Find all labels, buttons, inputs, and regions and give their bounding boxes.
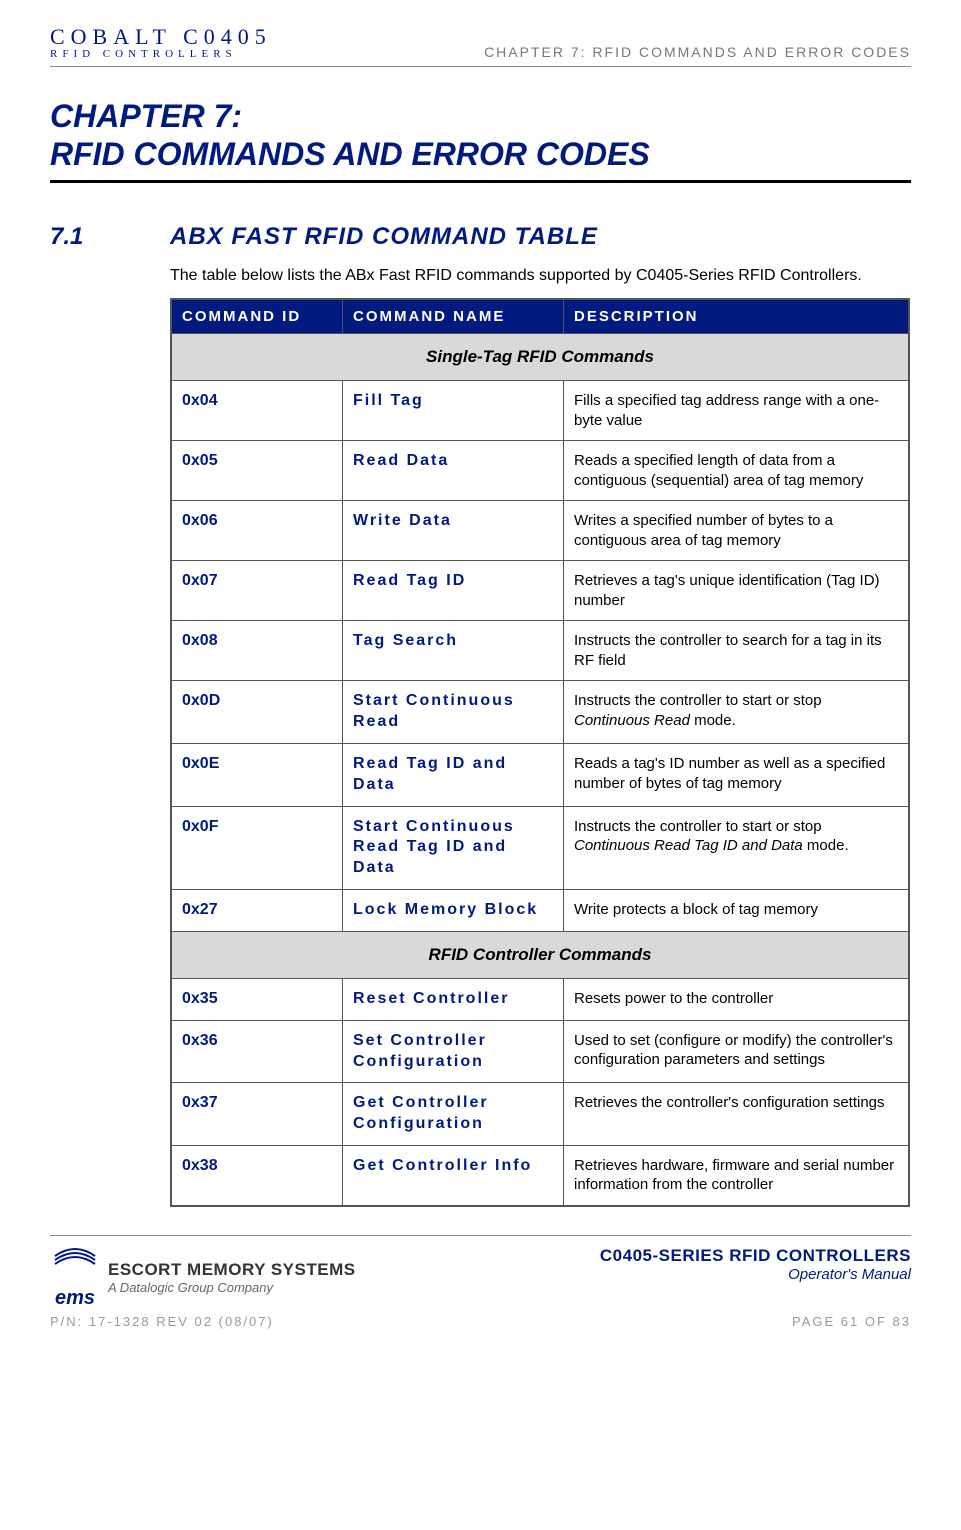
section-intro: The table below lists the ABx Fast RFID … [170,265,911,287]
table-header-row: COMMAND ID COMMAND NAME DESCRIPTION [171,299,909,334]
chapter-title-block: CHAPTER 7: RFID COMMANDS AND ERROR CODES [50,97,911,183]
cell-command-id: 0x27 [171,890,343,932]
table-row: 0x35Reset ControllerResets power to the … [171,978,909,1020]
section-title: ABX FAST RFID COMMAND TABLE [170,223,598,251]
cell-command-name: Write Data [343,501,564,561]
table-row: 0x38Get Controller InfoRetrieves hardwar… [171,1145,909,1206]
ems-text: ems [50,1287,100,1310]
col-header-desc: DESCRIPTION [564,299,910,334]
table-row: 0x04Fill TagFills a specified tag addres… [171,381,909,441]
cell-description: Retrieves the controller's configuration… [564,1083,910,1146]
escort-block: ESCORT MEMORY SYSTEMS A Datalogic Group … [108,1260,356,1295]
table-row: 0x07Read Tag IDRetrieves a tag's unique … [171,561,909,621]
cell-command-name: Fill Tag [343,381,564,441]
running-header: CHAPTER 7: RFID COMMANDS AND ERROR CODES [484,44,911,60]
cell-description: Write protects a block of tag memory [564,890,910,932]
cell-description: Resets power to the controller [564,978,910,1020]
cell-command-id: 0x0F [171,806,343,889]
logo-line1: COBALT C0405 [50,24,272,50]
cell-description: Writes a specified number of bytes to a … [564,501,910,561]
cell-command-id: 0x08 [171,621,343,681]
table-row: 0x37Get Controller ConfigurationRetrieve… [171,1083,909,1146]
section-number: 7.1 [50,223,170,251]
col-header-id: COMMAND ID [171,299,343,334]
table-row: 0x0DStart Continuous ReadInstructs the c… [171,681,909,744]
cell-description: Retrieves hardware, firmware and serial … [564,1145,910,1206]
page-header: COBALT C0405 RFID CONTROLLERS CHAPTER 7:… [50,24,911,67]
escort-top: ESCORT MEMORY SYSTEMS [108,1260,356,1280]
cell-description: Instructs the controller to start or sto… [564,806,910,889]
table-row: 0x0FStart Continuous Read Tag ID and Dat… [171,806,909,889]
cell-command-id: 0x04 [171,381,343,441]
cell-command-name: Start Continuous Read Tag ID and Data [343,806,564,889]
cell-description: Used to set (configure or modify) the co… [564,1020,910,1083]
controller-sub: Operator's Manual [600,1266,911,1283]
part-number: P/N: 17-1328 REV 02 (08/07) [50,1314,274,1329]
table-row: 0x05Read DataReads a specified length of… [171,441,909,501]
cell-description: Instructs the controller to start or sto… [564,681,910,744]
cell-command-name: Set Controller Configuration [343,1020,564,1083]
cell-command-name: Get Controller Info [343,1145,564,1206]
cell-command-name: Reset Controller [343,978,564,1020]
table-row: 0x0ERead Tag ID and DataReads a tag's ID… [171,744,909,807]
command-table: COMMAND ID COMMAND NAME DESCRIPTION Sing… [170,298,910,1207]
section-heading: 7.1 ABX FAST RFID COMMAND TABLE [50,223,911,251]
cell-command-id: 0x0E [171,744,343,807]
cell-command-name: Tag Search [343,621,564,681]
page-number: PAGE 61 OF 83 [792,1314,911,1329]
cell-command-id: 0x36 [171,1020,343,1083]
chapter-title-line1: CHAPTER 7: [50,97,911,135]
cell-command-name: Lock Memory Block [343,890,564,932]
cell-description: Reads a specified length of data from a … [564,441,910,501]
cell-command-id: 0x05 [171,441,343,501]
cell-command-name: Read Tag ID and Data [343,744,564,807]
table-row: 0x27Lock Memory BlockWrite protects a bl… [171,890,909,932]
cell-command-id: 0x0D [171,681,343,744]
chapter-title-line2: RFID COMMANDS AND ERROR CODES [50,135,911,173]
page-footer: ems ESCORT MEMORY SYSTEMS A Datalogic Gr… [50,1235,911,1329]
cell-description: Retrieves a tag's unique identification … [564,561,910,621]
cell-description: Reads a tag's ID number as well as a spe… [564,744,910,807]
table-row: 0x08Tag SearchInstructs the controller t… [171,621,909,681]
subheader-cell: Single-Tag RFID Commands [171,334,909,381]
cell-command-name: Read Tag ID [343,561,564,621]
product-logo: COBALT C0405 RFID CONTROLLERS [50,24,272,60]
escort-bottom: A Datalogic Group Company [108,1280,356,1295]
footer-right-block: C0405-SERIES RFID CONTROLLERS Operator's… [600,1246,911,1283]
ems-logo: ems [50,1246,100,1310]
cell-command-id: 0x07 [171,561,343,621]
cell-command-name: Read Data [343,441,564,501]
table-row: 0x06Write DataWrites a specified number … [171,501,909,561]
cell-command-id: 0x35 [171,978,343,1020]
cell-command-name: Get Controller Configuration [343,1083,564,1146]
cell-command-id: 0x38 [171,1145,343,1206]
table-subheader: Single-Tag RFID Commands [171,334,909,381]
controller-title: C0405-SERIES RFID CONTROLLERS [600,1246,911,1266]
subheader-cell: RFID Controller Commands [171,931,909,978]
cell-command-name: Start Continuous Read [343,681,564,744]
table-subheader: RFID Controller Commands [171,931,909,978]
cell-description: Fills a specified tag address range with… [564,381,910,441]
table-row: 0x36Set Controller ConfigurationUsed to … [171,1020,909,1083]
cell-description: Instructs the controller to search for a… [564,621,910,681]
col-header-name: COMMAND NAME [343,299,564,334]
cell-command-id: 0x37 [171,1083,343,1146]
cell-command-id: 0x06 [171,501,343,561]
